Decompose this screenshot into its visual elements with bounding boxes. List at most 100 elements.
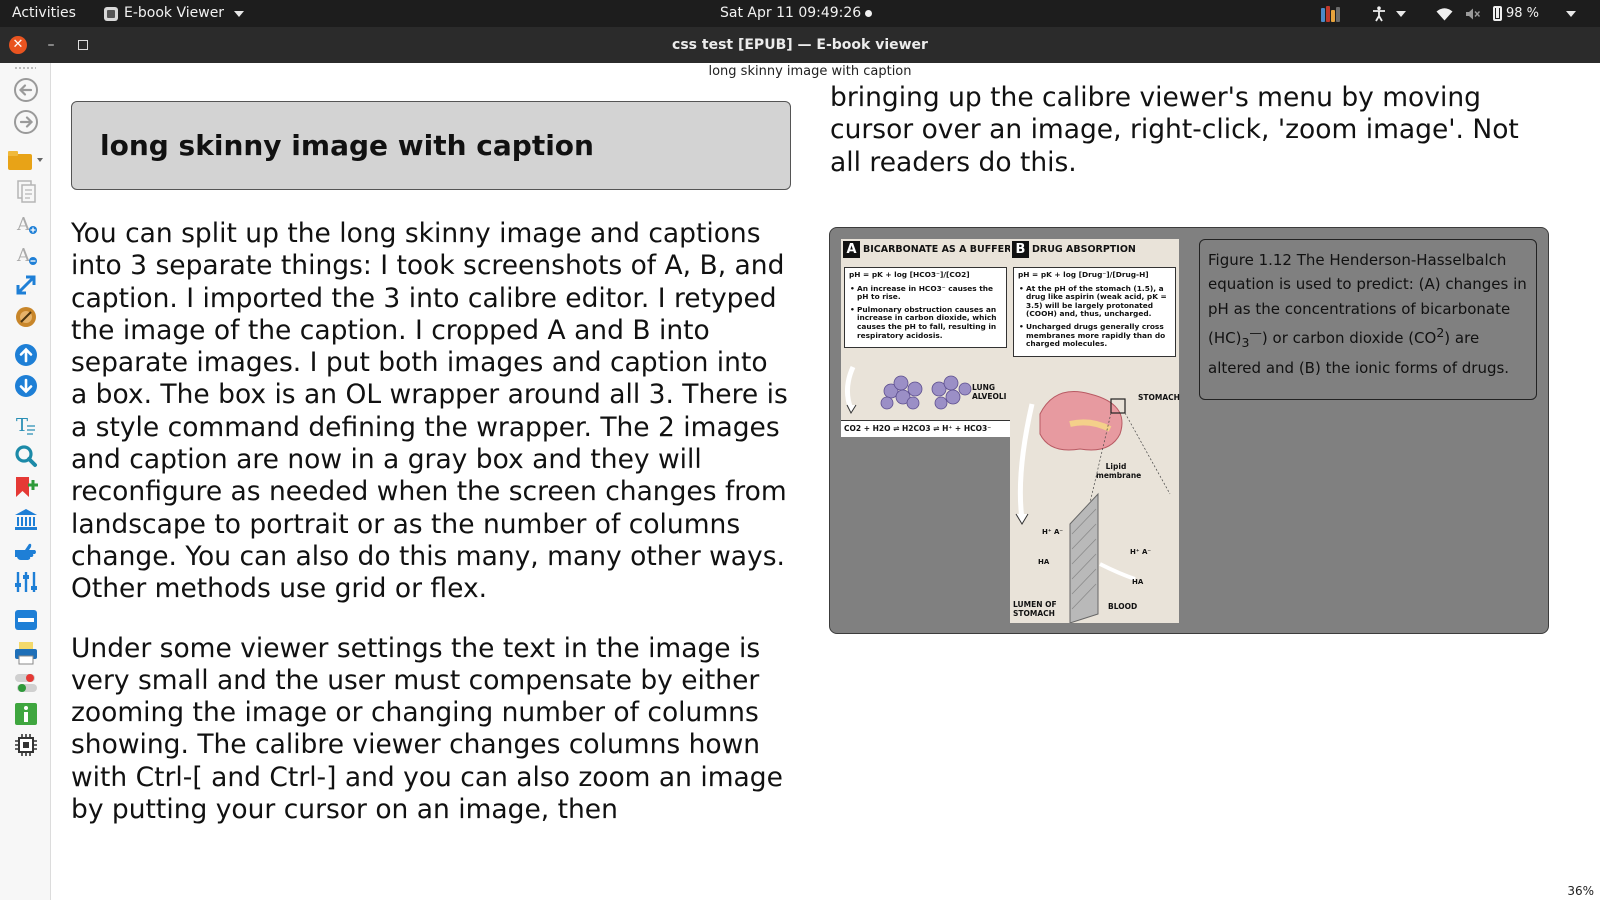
figure-a-bullet: An increase in HCO3⁻ causes the pH to ri… [849, 284, 1003, 302]
chip-icon [15, 734, 37, 756]
figure-b-title: B DRUG ABSORPTION [1012, 241, 1136, 258]
figure-wrapper-box: A BICARBONATE AS A BUFFER pH = pK + log … [829, 227, 1549, 634]
inspector-icon [15, 674, 37, 692]
open-book-folder-icon [8, 151, 43, 170]
paragraph-2: Under some viewer settings the text in t… [71, 632, 783, 826]
figure-image-b[interactable]: B DRUG ABSORPTION pH = pK + log [Drug⁻]/… [1010, 239, 1180, 623]
reference-mode-button[interactable] [12, 505, 40, 533]
table-of-contents-button[interactable] [12, 177, 40, 205]
activities-button[interactable]: Activities [12, 0, 76, 27]
chip-button[interactable] [12, 731, 40, 759]
calibre-tray-icon[interactable] [1321, 0, 1340, 27]
bookmarks-button[interactable] [12, 303, 40, 331]
clock-text: Sat Apr 11 09:49:26 [720, 5, 862, 21]
figure-a-title-text: BICARBONATE AS A BUFFER [863, 244, 1012, 255]
speaker-muted-icon [1466, 8, 1481, 19]
window-title: css test [EPUB] — E-book viewer [672, 37, 928, 53]
caption-text-mid: ) or carbon dioxide (CO [1261, 329, 1437, 348]
lookup-word-icon: T [16, 415, 35, 436]
inspector-button[interactable] [12, 669, 40, 697]
svg-text:A: A [16, 245, 31, 266]
next-page-icon [15, 375, 37, 397]
preferences-sliders-icon [15, 572, 37, 592]
figure-b-bullet: Uncharged drugs generally cross membrane… [1018, 322, 1172, 349]
highlight-button[interactable] [12, 537, 40, 565]
book-page[interactable]: long skinny image with caption long skin… [52, 63, 1600, 900]
svg-text:HA: HA [1038, 558, 1050, 566]
search-icon [15, 445, 37, 467]
app-menu-label: E-book Viewer [124, 5, 225, 21]
paragraph-1: You can split up the long skinny image a… [71, 218, 788, 605]
fullscreen-button[interactable] [12, 271, 40, 299]
figure-b-stomach-label: STOMACH [1138, 393, 1180, 402]
next-page-button[interactable] [12, 372, 40, 400]
figure-a-lung-label: LUNG ALVEOLI [972, 383, 1007, 401]
forward-button[interactable] [12, 108, 40, 136]
svg-text:HA: HA [1132, 578, 1144, 586]
text-column-2: bringing up the calibre viewer's menu by… [830, 82, 1550, 179]
maximize-window-button[interactable] [78, 40, 88, 50]
lookup-word-button[interactable]: T [12, 410, 40, 438]
figure-b-lipid-label: Lipid membrane [1096, 462, 1142, 480]
figure-a-equation: pH = pK + log [HCO3⁻]/[CO2] [849, 270, 970, 279]
figure-image-a[interactable]: A BICARBONATE AS A BUFFER pH = pK + log … [841, 239, 1011, 437]
ebook-viewer-app-icon [104, 6, 118, 21]
svg-text:H⁺ A⁻: H⁺ A⁻ [1042, 528, 1063, 536]
window-titlebar: css test [EPUB] — E-book viewer ✕ – [0, 27, 1600, 63]
viewer-toolbar: A A T [0, 63, 51, 900]
sound-indicator[interactable] [1465, 0, 1481, 27]
reading-progress: 36% [1567, 884, 1594, 898]
svg-text:H⁺ A⁻: H⁺ A⁻ [1130, 548, 1151, 556]
back-arrow-icon [14, 78, 38, 102]
font-size-decrease-icon: A [16, 245, 37, 266]
battery-percent: 98 % [1506, 6, 1540, 21]
figure-a-title: A BICARBONATE AS A BUFFER [843, 241, 1011, 258]
figure-b-lumen-label: LUMEN OF STOMACH [1013, 600, 1057, 618]
stomach-absorption-illustration: H⁺ A⁻ HA H⁺ A⁻ HA [1015, 391, 1171, 623]
book-info-button[interactable] [12, 700, 40, 728]
clock[interactable]: Sat Apr 11 09:49:26 [720, 0, 873, 27]
toggle-toolbar-icon [15, 610, 37, 630]
close-window-button[interactable]: ✕ [9, 36, 27, 54]
figure-b-equation: pH = pK + log [Drug⁻]/[Drug-H] [1018, 270, 1149, 279]
open-book-button[interactable] [6, 146, 46, 174]
fullscreen-icon [16, 275, 36, 295]
bookmark-tool-icon [16, 307, 36, 327]
accessibility-menu[interactable] [1372, 0, 1406, 27]
font-size-smaller-button[interactable]: A [12, 241, 40, 269]
figure-a-bullet: Pulmonary obstruction causes an increase… [849, 305, 1003, 340]
network-indicator[interactable] [1436, 0, 1453, 27]
back-button[interactable] [12, 76, 40, 104]
preferences-button[interactable] [12, 568, 40, 596]
chapter-header: long skinny image with caption [708, 64, 912, 79]
font-size-increase-icon: A [16, 214, 37, 235]
figure-a-card: pH = pK + log [HCO3⁻]/[CO2] An increase … [844, 267, 1007, 349]
previous-page-button[interactable] [12, 341, 40, 369]
toolbar-grip[interactable] [14, 66, 36, 70]
toggle-toolbar-button[interactable] [12, 606, 40, 634]
print-icon [15, 642, 37, 665]
figure-b-card: pH = pK + log [Drug⁻]/[Drug-H] At the pH… [1013, 267, 1176, 357]
info-icon [15, 703, 37, 725]
chevron-down-icon [1396, 10, 1406, 17]
svg-text:A: A [16, 214, 31, 235]
add-bookmark-button[interactable] [12, 473, 40, 501]
svg-text:T: T [16, 415, 28, 436]
search-button[interactable] [12, 442, 40, 470]
print-button[interactable] [12, 639, 40, 667]
figure-a-reaction: CO2 + H2O ⇌ H2CO3 ⇌ H⁺ + HCO3⁻ [841, 420, 1010, 437]
chevron-down-icon [1566, 10, 1576, 17]
paragraph-continued: bringing up the calibre viewer's menu by… [830, 82, 1519, 178]
app-menu[interactable]: E-book Viewer [104, 0, 245, 27]
system-menu[interactable] [1562, 0, 1576, 27]
minimize-window-button[interactable]: – [44, 35, 58, 55]
battery-indicator[interactable]: 98 % [1493, 0, 1539, 27]
reference-mode-icon [15, 509, 37, 530]
figure-b-title-text: DRUG ABSORPTION [1032, 244, 1136, 255]
font-size-larger-button[interactable]: A [12, 210, 40, 238]
table-of-contents-icon [17, 180, 36, 203]
notification-dot-icon [865, 9, 873, 17]
previous-page-icon [15, 344, 37, 366]
highlight-icon [15, 543, 36, 560]
figure-b-letter: B [1012, 241, 1029, 258]
